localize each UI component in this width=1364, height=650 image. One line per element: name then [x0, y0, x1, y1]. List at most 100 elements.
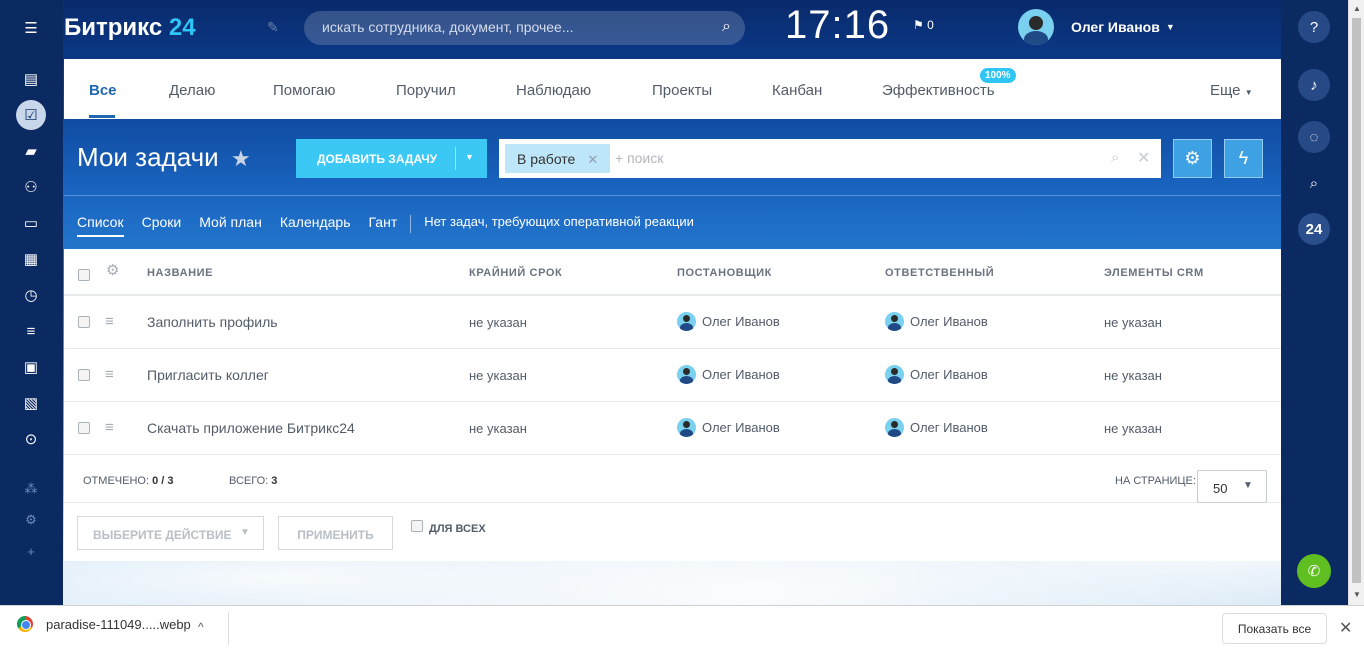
add-icon[interactable]: + — [16, 536, 46, 566]
gear-icon[interactable]: ⚙ — [106, 261, 119, 279]
caret-down-icon: ▼ — [1244, 88, 1253, 97]
tasks-icon[interactable]: ☑ — [16, 100, 46, 130]
bell-icon[interactable]: ♪ — [1298, 69, 1330, 101]
column-header[interactable]: НАЗВАНИЕ — [147, 267, 213, 279]
scrollbar[interactable]: ▲ ▼ — [1348, 0, 1364, 605]
task-creator[interactable]: Олег Иванов — [677, 312, 780, 331]
table-row[interactable]: ≡ Скачать приложение Битрикс24 не указан… — [64, 402, 1281, 455]
tab-efficiency[interactable]: Эффективность — [882, 82, 995, 99]
tab-doing[interactable]: Делаю — [169, 82, 215, 99]
feed-icon[interactable]: ▤ — [16, 64, 46, 94]
drag-handle-icon[interactable]: ≡ — [105, 313, 114, 330]
help-icon[interactable]: ? — [1298, 11, 1330, 43]
settings-icon[interactable]: ⚙ — [16, 505, 46, 535]
task-responsible[interactable]: Олег Иванов — [885, 365, 988, 384]
chevron-up-icon[interactable]: ^ — [198, 620, 204, 634]
for-all-checkbox[interactable] — [411, 520, 423, 532]
total-counter: ВСЕГО: 3 — [229, 475, 277, 487]
tab-helping[interactable]: Помогаю — [273, 82, 336, 99]
tab-assigned[interactable]: Поручил — [396, 82, 456, 99]
select-all-checkbox[interactable] — [78, 269, 90, 281]
view-calendar[interactable]: Календарь — [280, 214, 351, 230]
scroll-down-icon[interactable]: ▼ — [1353, 590, 1361, 599]
drive-icon[interactable]: ▭ — [16, 208, 46, 238]
per-page-select[interactable]: 50 ▼ — [1197, 470, 1267, 503]
menu-icon[interactable]: ☰ — [16, 13, 46, 43]
row-checkbox[interactable] — [78, 422, 90, 434]
view-deadlines[interactable]: Сроки — [142, 214, 182, 230]
drag-handle-icon[interactable]: ≡ — [105, 419, 114, 436]
user-name: Олег Иванов — [1071, 19, 1160, 35]
search-icon[interactable]: ⌕ — [1111, 149, 1119, 166]
view-list[interactable]: Список — [77, 214, 124, 237]
task-crm: не указан — [1104, 421, 1162, 436]
select-action-dropdown[interactable]: ВЫБЕРИТЕ ДЕЙСТВИЕ ▼ — [77, 516, 264, 550]
tab-projects[interactable]: Проекты — [652, 82, 712, 99]
pencil-icon[interactable]: ✎ — [267, 19, 279, 36]
messenger-icon[interactable]: ◌ — [1298, 121, 1330, 153]
flag-counter[interactable]: ⚑ 0 — [913, 18, 934, 32]
download-item[interactable]: paradise-111049.....webp — [17, 616, 191, 632]
clear-icon[interactable]: ✕ — [1137, 148, 1150, 168]
b24-icon[interactable]: 24 — [1298, 213, 1330, 245]
phone-icon[interactable]: ✆ — [1297, 554, 1331, 588]
attention-message[interactable]: Нет задач, требующих оперативной реакции — [424, 214, 694, 229]
scroll-thumb[interactable] — [1352, 18, 1361, 583]
view-gantt[interactable]: Гант — [369, 214, 398, 230]
view-my-plan[interactable]: Мой план — [199, 214, 262, 230]
tab-kanban[interactable]: Канбан — [772, 82, 822, 99]
search-icon[interactable]: ⌕ — [722, 18, 731, 36]
close-icon[interactable]: ✕ — [1339, 618, 1352, 638]
task-responsible[interactable]: Олег Иванов — [885, 418, 988, 437]
chevron-down-icon[interactable]: ▼ — [465, 152, 474, 162]
task-title[interactable]: Пригласить коллег — [147, 367, 269, 383]
tab-more[interactable]: Еще ▼ — [1210, 82, 1253, 99]
row-checkbox[interactable] — [78, 369, 90, 381]
table-row[interactable]: ≡ Пригласить коллег не указан Олег Ивано… — [64, 349, 1281, 402]
responsible-name: Олег Иванов — [910, 367, 988, 382]
chat-icon[interactable]: ▰ — [16, 136, 46, 166]
task-responsible[interactable]: Олег Иванов — [885, 312, 988, 331]
more-down-icon[interactable]: ⊙ — [16, 424, 46, 454]
apply-button[interactable]: ПРИМЕНИТЬ — [278, 516, 393, 550]
filter-search-input[interactable] — [615, 150, 1015, 166]
user-menu[interactable]: Олег Иванов ▼ — [1018, 8, 1175, 46]
column-header[interactable]: ОТВЕТСТВЕННЫЙ — [885, 267, 994, 279]
search-input[interactable] — [322, 19, 702, 35]
close-icon[interactable]: ✕ — [587, 152, 598, 167]
column-header[interactable]: ПОСТАНОВЩИК — [677, 267, 772, 279]
window-icon[interactable]: ▣ — [16, 352, 46, 382]
task-title[interactable]: Скачать приложение Битрикс24 — [147, 420, 355, 436]
structure-icon[interactable]: ⁂ — [16, 474, 46, 504]
table-row[interactable]: ≡ Заполнить профиль не указан Олег Ивано… — [64, 296, 1281, 349]
creator-name: Олег Иванов — [702, 314, 780, 329]
creator-name: Олег Иванов — [702, 420, 780, 435]
automation-button[interactable]: ϟ — [1224, 139, 1263, 178]
add-task-button[interactable]: ДОБАВИТЬ ЗАДАЧУ ▼ — [296, 139, 487, 178]
more-label: Еще — [1210, 82, 1241, 99]
employees-icon[interactable]: ⚇ — [16, 172, 46, 202]
tab-watching[interactable]: Наблюдаю — [516, 82, 591, 99]
for-all-option[interactable]: ДЛЯ ВСЕХ — [411, 520, 486, 535]
calendar-icon[interactable]: ▦ — [16, 244, 46, 274]
filter-chip[interactable]: В работе ✕ — [505, 144, 611, 173]
page-title: Мои задачи — [77, 142, 219, 172]
contacts-icon[interactable]: ▧ — [16, 388, 46, 418]
brand-logo[interactable]: Битрикс 24 — [64, 14, 196, 42]
column-header[interactable]: ЭЛЕМЕНТЫ CRM — [1104, 267, 1204, 279]
task-grid: ⚙ НАЗВАНИЕ КРАЙНИЙ СРОК ПОСТАНОВЩИК ОТВЕ… — [64, 249, 1281, 561]
filter-icon[interactable]: ≡ — [16, 316, 46, 346]
clock-icon[interactable]: ◷ — [16, 280, 46, 310]
drag-handle-icon[interactable]: ≡ — [105, 366, 114, 383]
search-icon[interactable]: ⌕ — [1298, 167, 1330, 199]
row-checkbox[interactable] — [78, 316, 90, 328]
settings-button[interactable]: ⚙ — [1173, 139, 1212, 178]
task-creator[interactable]: Олег Иванов — [677, 365, 780, 384]
task-title[interactable]: Заполнить профиль — [147, 314, 278, 330]
tab-all[interactable]: Все — [89, 82, 117, 99]
task-creator[interactable]: Олег Иванов — [677, 418, 780, 437]
show-all-button[interactable]: Показать все — [1222, 613, 1327, 644]
star-icon[interactable]: ★ — [231, 146, 251, 172]
column-header[interactable]: КРАЙНИЙ СРОК — [469, 267, 562, 279]
scroll-up-icon[interactable]: ▲ — [1353, 4, 1361, 13]
